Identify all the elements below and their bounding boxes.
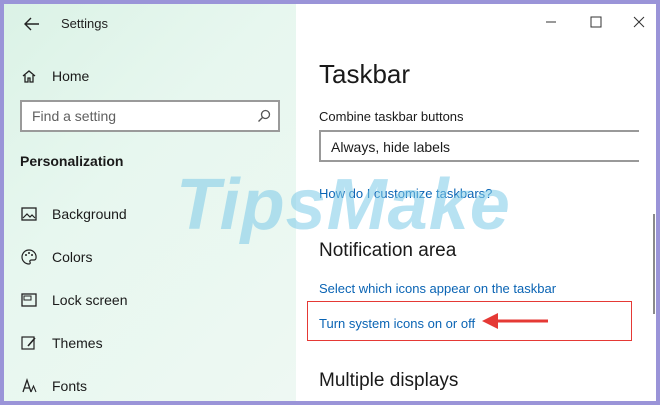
sidebar-item-lock-screen[interactable]: Lock screen: [20, 291, 127, 309]
combine-buttons-label: Combine taskbar buttons: [319, 109, 464, 124]
sidebar-item-fonts[interactable]: Fonts: [20, 377, 87, 395]
section-title: Personalization: [20, 153, 124, 169]
sidebar-item-label: Colors: [52, 249, 93, 265]
maximize-icon[interactable]: [581, 10, 611, 34]
brush-icon: [20, 334, 38, 352]
picture-icon: [20, 205, 38, 223]
system-icons-link[interactable]: Turn system icons on or off: [319, 316, 475, 331]
lock-screen-icon: [20, 291, 38, 309]
search-icon[interactable]: [256, 108, 272, 124]
back-arrow-icon[interactable]: [20, 12, 44, 36]
page-title: Taskbar: [319, 59, 411, 89]
sidebar-item-colors[interactable]: Colors: [20, 248, 92, 266]
scrollbar[interactable]: [653, 214, 655, 314]
multiple-displays-heading: Multiple displays: [319, 370, 459, 391]
sidebar-item-label: Themes: [52, 335, 103, 351]
sidebar-item-label: Lock screen: [52, 292, 128, 308]
screenshot-frame: Settings Home Personalization Background: [0, 0, 660, 405]
sidebar-item-background[interactable]: Background: [20, 205, 127, 223]
search-input[interactable]: [32, 107, 252, 125]
sidebar-item-label: Home: [52, 68, 90, 84]
red-arrow-annotation: [478, 311, 550, 331]
font-icon: [20, 377, 38, 395]
notification-area-heading: Notification area: [319, 240, 457, 261]
close-icon[interactable]: [624, 10, 654, 34]
sidebar-item-themes[interactable]: Themes: [20, 334, 103, 352]
sidebar-item-home[interactable]: Home: [20, 67, 89, 85]
dropdown-value: Always, hide labels: [331, 139, 451, 155]
home-icon: [20, 67, 38, 85]
combine-buttons-dropdown[interactable]: Always, hide labels: [319, 130, 639, 162]
search-box[interactable]: [20, 100, 280, 132]
sidebar: Settings Home Personalization Background: [4, 4, 296, 401]
sidebar-item-label: Fonts: [52, 378, 88, 394]
app-title: Settings: [61, 16, 108, 31]
customize-taskbars-link[interactable]: How do I customize taskbars?: [319, 186, 492, 201]
minimize-icon[interactable]: [536, 10, 566, 34]
palette-icon: [20, 248, 38, 266]
sidebar-item-label: Background: [52, 206, 127, 222]
select-icons-link[interactable]: Select which icons appear on the taskbar: [319, 281, 556, 296]
main-content: Taskbar Combine taskbar buttons Always, …: [296, 4, 656, 401]
